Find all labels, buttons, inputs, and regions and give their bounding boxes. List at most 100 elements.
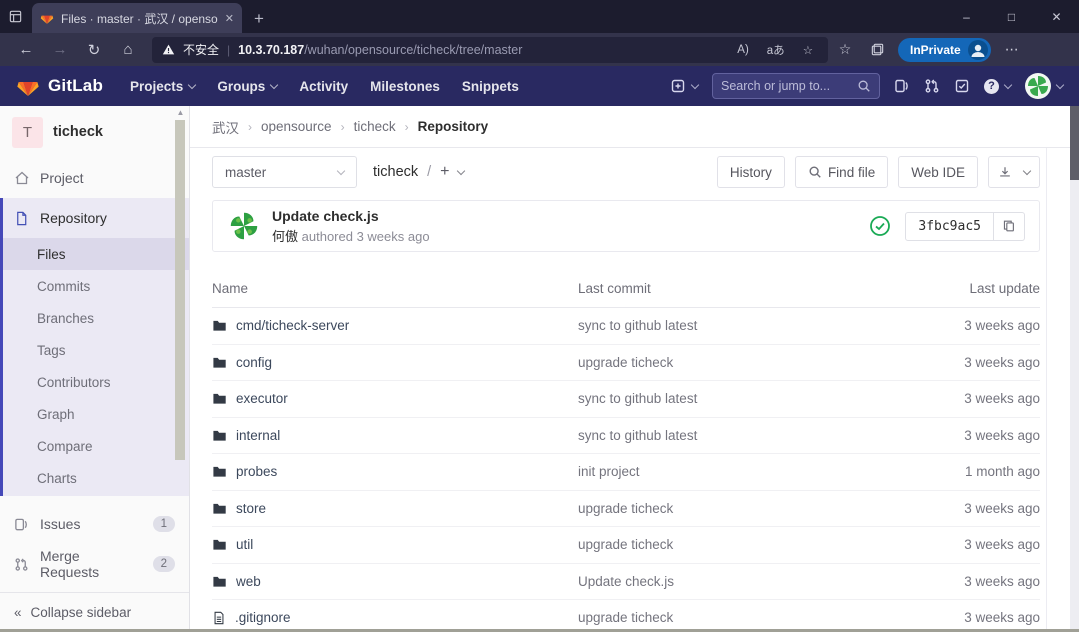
commit-author-link[interactable]: 何傲 xyxy=(272,229,298,244)
breadcrumb-item-武汉[interactable]: 武汉 xyxy=(212,117,239,137)
page-scrollbar[interactable] xyxy=(1070,106,1079,632)
merge-requests-nav-icon[interactable] xyxy=(924,78,940,94)
maximize-button[interactable]: □ xyxy=(989,0,1034,33)
sidebar-item-files[interactable]: Files xyxy=(3,238,189,270)
tab-actions-button[interactable] xyxy=(0,0,30,33)
read-aloud-icon[interactable]: A) xyxy=(732,44,754,56)
translate-icon[interactable]: aあ xyxy=(762,42,790,58)
breadcrumb-item-ticheck[interactable]: ticheck xyxy=(354,119,396,134)
home-button[interactable]: ⌂ xyxy=(112,36,144,64)
sidebar-item-commits[interactable]: Commits xyxy=(3,270,189,302)
sidebar-item-contributors[interactable]: Contributors xyxy=(3,366,189,398)
copy-sha-button[interactable] xyxy=(994,212,1025,241)
tab-close-icon[interactable]: ✕ xyxy=(225,12,234,25)
sidebar-item-merge-requests[interactable]: Merge Requests 2 xyxy=(0,544,189,584)
collapse-label: Collapse sidebar xyxy=(31,605,132,620)
url-path: /wuhan/opensource/ticheck/tree/master xyxy=(304,43,522,57)
commit-authored-text: authored 3 weeks ago xyxy=(302,229,430,244)
search-input[interactable] xyxy=(721,79,857,93)
scrollbar-thumb[interactable] xyxy=(1070,106,1079,180)
breadcrumb-item-opensource[interactable]: opensource xyxy=(261,119,332,134)
commit-message-link[interactable]: upgrade ticheck xyxy=(578,610,673,625)
user-avatar xyxy=(1025,73,1051,99)
commit-message-link[interactable]: init project xyxy=(578,464,640,479)
history-button[interactable]: History xyxy=(717,156,785,188)
file-name-link[interactable]: util xyxy=(236,537,253,552)
inprivate-badge[interactable]: InPrivate xyxy=(898,38,991,62)
commit-title-link[interactable]: Update check.js xyxy=(272,208,430,224)
browser-menu-icon[interactable]: ⋯ xyxy=(997,36,1027,64)
commit-message-link[interactable]: upgrade ticheck xyxy=(578,355,673,370)
issues-nav-icon[interactable] xyxy=(894,78,910,94)
table-row: utilupgrade ticheck3 weeks ago xyxy=(212,527,1040,564)
nav-item-snippets[interactable]: Snippets xyxy=(453,66,528,106)
download-icon xyxy=(998,165,1012,179)
pipeline-status-icon[interactable] xyxy=(869,215,891,237)
branch-selector[interactable]: master xyxy=(212,156,357,188)
new-tab-button[interactable]: + xyxy=(254,9,264,29)
address-bar[interactable]: 不安全 | 10.3.70.187/wuhan/opensource/tiche… xyxy=(152,37,828,63)
sidebar-item-tags[interactable]: Tags xyxy=(3,334,189,366)
global-search[interactable] xyxy=(712,73,880,99)
help-menu-button[interactable]: ? xyxy=(984,79,1011,94)
collections-icon[interactable] xyxy=(862,36,892,64)
commit-message-link[interactable]: sync to github latest xyxy=(578,318,697,333)
file-name-link[interactable]: .gitignore xyxy=(235,610,291,625)
sidebar-item-charts[interactable]: Charts xyxy=(3,462,189,494)
file-name-link[interactable]: store xyxy=(236,501,266,516)
sidebar-scrollbar[interactable]: ▲ xyxy=(175,108,186,494)
table-row: webUpdate check.js3 weeks ago xyxy=(212,564,1040,601)
nav-item-milestones[interactable]: Milestones xyxy=(361,66,449,106)
browser-tab[interactable]: Files · master · 武汉 / opensourc ✕ xyxy=(32,3,242,33)
find-file-button[interactable]: Find file xyxy=(795,156,888,188)
commit-message-link[interactable]: sync to github latest xyxy=(578,428,697,443)
folder-icon xyxy=(212,537,227,552)
refresh-button[interactable]: ↻ xyxy=(78,36,110,64)
back-button[interactable]: ← xyxy=(10,36,42,64)
new-menu-button[interactable] xyxy=(670,78,698,94)
gitlab-logo[interactable]: GitLab xyxy=(16,74,103,98)
file-name-link[interactable]: web xyxy=(236,574,261,589)
commit-sha[interactable]: 3fbc9ac5 xyxy=(905,212,994,241)
collapse-sidebar-button[interactable]: « Collapse sidebar xyxy=(0,592,189,632)
add-file-button[interactable]: + xyxy=(440,163,463,181)
help-icon: ? xyxy=(984,79,999,94)
file-name-link[interactable]: cmd/ticheck-server xyxy=(236,318,349,333)
commit-message-link[interactable]: Update check.js xyxy=(578,574,674,589)
minimize-button[interactable]: – xyxy=(944,0,989,33)
scrollbar-thumb[interactable] xyxy=(175,120,185,460)
scroll-up-arrow[interactable]: ▲ xyxy=(175,108,186,118)
download-button[interactable] xyxy=(988,156,1040,188)
file-name-link[interactable]: executor xyxy=(236,391,288,406)
nav-item-activity[interactable]: Activity xyxy=(290,66,357,106)
file-name-link[interactable]: probes xyxy=(236,464,277,479)
add-favorite-icon[interactable]: ☆ xyxy=(798,43,818,57)
file-name-link[interactable]: internal xyxy=(236,428,280,443)
project-context[interactable]: T ticheck xyxy=(0,106,189,158)
security-label[interactable]: 不安全 xyxy=(183,41,219,58)
nav-item-label: Projects xyxy=(130,79,183,94)
todos-nav-icon[interactable] xyxy=(954,78,970,94)
file-toolbar: master ticheck / + History xyxy=(212,148,1040,196)
nav-item-groups[interactable]: Groups xyxy=(208,66,286,106)
chevron-down-icon xyxy=(1056,80,1064,88)
web-ide-button[interactable]: Web IDE xyxy=(898,156,978,188)
commit-message-link[interactable]: sync to github latest xyxy=(578,391,697,406)
sidebar-item-graph[interactable]: Graph xyxy=(3,398,189,430)
sidebar-item-project[interactable]: Project xyxy=(0,158,189,198)
sidebar-item-repository[interactable]: Repository xyxy=(3,198,189,238)
sidebar-item-branches[interactable]: Branches xyxy=(3,302,189,334)
favorites-bar-icon[interactable]: ☆ xyxy=(830,36,860,64)
nav-item-projects[interactable]: Projects xyxy=(121,66,204,106)
nav-item-label: Groups xyxy=(217,79,265,94)
sidebar-item-issues[interactable]: Issues 1 xyxy=(0,504,189,544)
close-button[interactable]: ✕ xyxy=(1034,0,1079,33)
commit-message-link[interactable]: upgrade ticheck xyxy=(578,501,673,516)
user-menu-button[interactable] xyxy=(1025,73,1063,99)
gitlab-brand-name[interactable]: GitLab xyxy=(48,76,103,96)
commit-message-link[interactable]: upgrade ticheck xyxy=(578,537,673,552)
file-name-link[interactable]: config xyxy=(236,355,272,370)
path-project-link[interactable]: ticheck xyxy=(373,164,418,180)
sidebar-item-compare[interactable]: Compare xyxy=(3,430,189,462)
sidebar-item-label: Project xyxy=(40,170,84,186)
